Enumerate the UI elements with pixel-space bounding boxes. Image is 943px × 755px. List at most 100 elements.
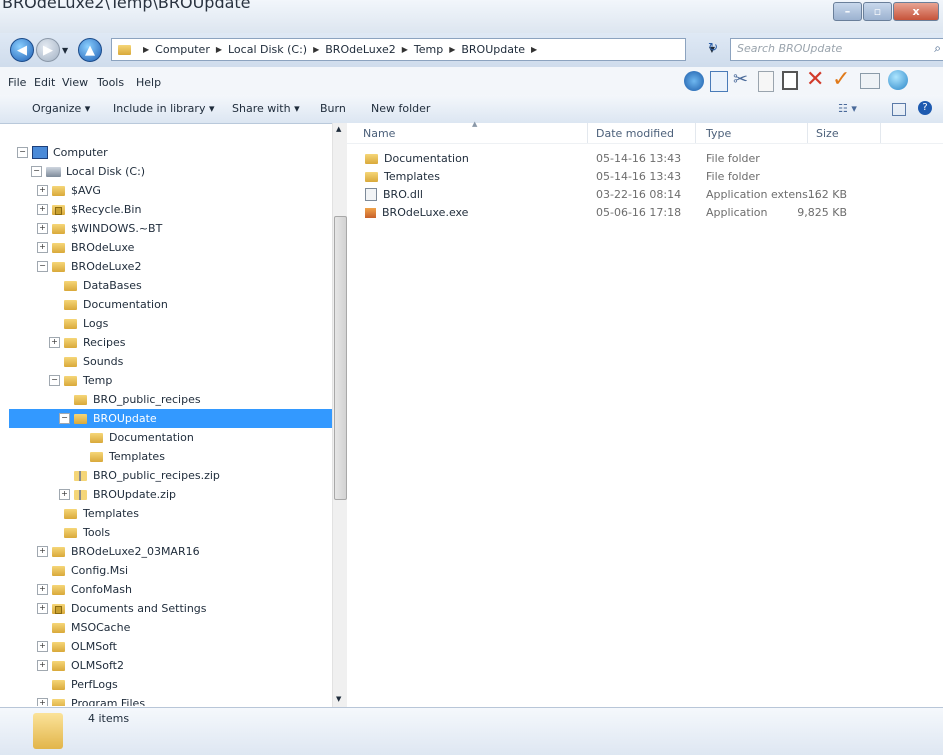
forward-button[interactable]: ▶ xyxy=(36,38,60,62)
tree-item[interactable]: + BROdeLuxe2_03MAR16 xyxy=(37,542,200,561)
tree-item[interactable]: + OLMSoft2 xyxy=(37,656,124,675)
expand-icon[interactable]: + xyxy=(59,489,70,500)
column-size[interactable]: Size xyxy=(816,127,839,140)
expand-icon[interactable]: + xyxy=(37,185,48,196)
menu-tools[interactable]: Tools xyxy=(97,76,124,89)
tree-item[interactable]: − Temp xyxy=(49,371,112,390)
collapse-icon[interactable]: − xyxy=(17,147,28,158)
expand-icon[interactable]: + xyxy=(37,698,48,706)
expand-icon[interactable]: + xyxy=(37,584,48,595)
tree-item[interactable]: Sounds xyxy=(49,352,123,371)
tree-item[interactable]: MSOCache xyxy=(37,618,130,637)
column-divider[interactable] xyxy=(587,123,588,143)
collapse-icon[interactable]: − xyxy=(59,413,70,424)
expand-icon[interactable]: + xyxy=(49,337,60,348)
tree-item[interactable]: + $WINDOWS.~BT xyxy=(37,219,162,238)
search-icon[interactable]: ⌕ xyxy=(934,41,941,56)
refresh-icon[interactable]: ↻ xyxy=(708,40,726,57)
collapse-icon[interactable]: − xyxy=(31,166,42,177)
tree-item[interactable]: BRO_public_recipes.zip xyxy=(59,466,220,485)
preview-pane-icon[interactable] xyxy=(892,103,906,116)
tree-item[interactable]: + $Recycle.Bin xyxy=(37,200,141,219)
tree-item[interactable]: Templates xyxy=(75,447,165,466)
column-divider[interactable] xyxy=(807,123,808,143)
column-type[interactable]: Type xyxy=(706,127,731,140)
tree-item[interactable]: Documentation xyxy=(49,295,168,314)
tree-item[interactable]: Logs xyxy=(49,314,108,333)
organize-button[interactable]: Organize ▾ xyxy=(32,102,90,115)
delete-icon[interactable]: ✕ xyxy=(806,67,824,92)
back-button[interactable]: ◀ xyxy=(10,38,34,62)
cut-icon[interactable]: ✂ xyxy=(733,69,748,90)
menu-help[interactable]: Help xyxy=(136,76,161,89)
menu-view[interactable]: View xyxy=(62,76,88,89)
copy-icon[interactable] xyxy=(758,71,774,92)
expand-icon[interactable]: + xyxy=(37,603,48,614)
share-with-button[interactable]: Share with ▾ xyxy=(232,102,300,115)
help-icon[interactable]: ? xyxy=(918,101,932,115)
column-name[interactable]: Name xyxy=(363,127,395,140)
tree-item[interactable]: − BROUpdate xyxy=(9,409,332,428)
expand-icon[interactable]: + xyxy=(37,204,48,215)
new-folder-button[interactable]: New folder xyxy=(371,102,430,115)
breadcrumb-brodeluxe2[interactable]: BROdeLuxe2 xyxy=(325,43,395,56)
expand-icon[interactable]: + xyxy=(37,223,48,234)
menu-edit[interactable]: Edit xyxy=(34,76,55,89)
tree-item[interactable]: + BROUpdate.zip xyxy=(59,485,176,504)
globe-icon[interactable] xyxy=(888,70,908,90)
navigation-scrollbar[interactable]: ▲ ▼ xyxy=(332,123,347,707)
tree-item[interactable]: − Local Disk (C:) xyxy=(31,162,145,181)
file-row[interactable]: BROdeLuxe.exe 05-06-16 17:18 Application 9,… xyxy=(347,204,943,222)
file-row[interactable]: Documentation 05-14-16 13:43 File folder xyxy=(347,150,943,168)
column-divider[interactable] xyxy=(880,123,881,143)
search-input[interactable]: Search BROUpdate ⌕ xyxy=(730,38,943,61)
upload-icon[interactable] xyxy=(684,71,704,91)
tree-item[interactable]: Tools xyxy=(49,523,110,542)
burn-button[interactable]: Burn xyxy=(320,102,346,115)
breadcrumb-broupdate[interactable]: BROUpdate xyxy=(461,43,525,56)
column-date-modified[interactable]: Date modified xyxy=(596,127,674,140)
scroll-up-arrow[interactable]: ▲ xyxy=(336,125,341,133)
view-options-icon[interactable]: ☷ ▾ xyxy=(838,102,857,115)
tree-item[interactable]: + Recipes xyxy=(49,333,126,352)
tree-item[interactable]: PerfLogs xyxy=(37,675,118,694)
properties-icon[interactable] xyxy=(860,73,880,89)
maximize-button[interactable]: ▫ xyxy=(863,2,892,21)
up-button[interactable]: ▲ xyxy=(78,38,102,62)
tree-item[interactable]: Documentation xyxy=(75,428,194,447)
file-row[interactable]: Templates 05-14-16 13:43 File folder xyxy=(347,168,943,186)
tree-item[interactable]: DataBases xyxy=(49,276,142,295)
scrollbar-thumb[interactable] xyxy=(334,216,347,500)
tree-item[interactable]: − Computer xyxy=(17,143,108,162)
tree-item[interactable]: + Documents and Settings xyxy=(37,599,207,618)
minimize-button[interactable]: – xyxy=(833,2,862,21)
tree-item[interactable]: + BROdeLuxe xyxy=(37,238,134,257)
tree-item[interactable]: Templates xyxy=(49,504,139,523)
expand-icon[interactable]: + xyxy=(37,546,48,557)
tree-item[interactable]: + ConfoMash xyxy=(37,580,132,599)
breadcrumb-temp[interactable]: Temp xyxy=(414,43,443,56)
column-divider[interactable] xyxy=(695,123,696,143)
breadcrumb-local-disk[interactable]: Local Disk (C:) xyxy=(228,43,307,56)
tree-item[interactable]: + OLMSoft xyxy=(37,637,117,656)
file-row[interactable]: BRO.dll 03-22-16 08:14 Application extens.… xyxy=(347,186,943,204)
menu-file[interactable]: File xyxy=(8,76,26,89)
collapse-icon[interactable]: − xyxy=(49,375,60,386)
close-button[interactable]: x xyxy=(893,2,939,21)
expand-icon[interactable]: + xyxy=(37,242,48,253)
tree-item[interactable]: − BROdeLuxe2 xyxy=(37,257,141,276)
tree-item[interactable]: BRO_public_recipes xyxy=(59,390,201,409)
include-in-library-button[interactable]: Include in library ▾ xyxy=(113,102,214,115)
expand-icon[interactable]: + xyxy=(37,660,48,671)
checkmark-icon[interactable]: ✓ xyxy=(832,67,850,92)
collapse-icon[interactable]: − xyxy=(37,261,48,272)
tree-item[interactable]: Config.Msi xyxy=(37,561,128,580)
address-bar[interactable]: ▶ Computer ▶ Local Disk (C:) ▶ BROdeLuxe… xyxy=(111,38,715,61)
paste-icon[interactable] xyxy=(782,71,798,90)
breadcrumb-computer[interactable]: Computer xyxy=(155,43,210,56)
scroll-down-arrow[interactable]: ▼ xyxy=(336,695,341,703)
expand-icon[interactable]: + xyxy=(37,641,48,652)
tree-item[interactable]: + $AVG xyxy=(37,181,101,200)
pane-icon[interactable] xyxy=(710,71,728,92)
recent-pages-dropdown[interactable]: ▼ xyxy=(62,46,68,55)
